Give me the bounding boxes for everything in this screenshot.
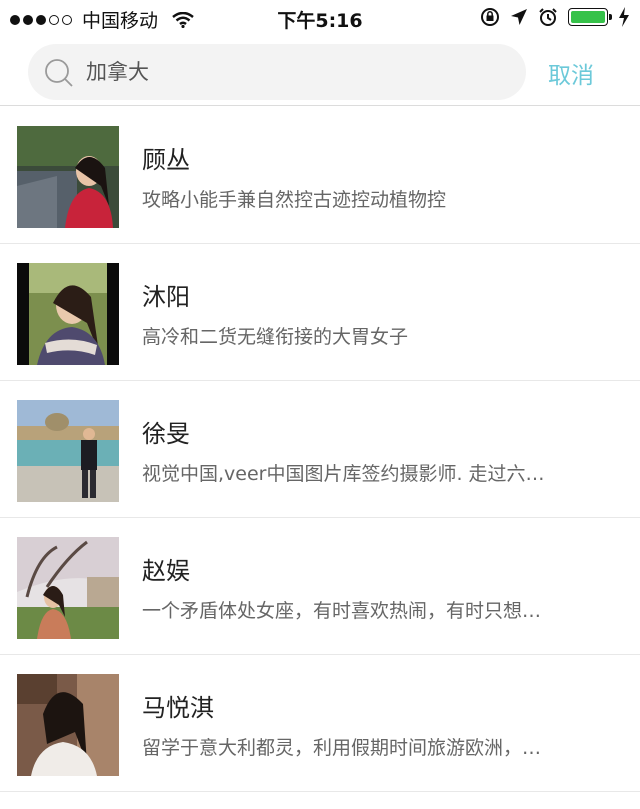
result-name: 马悦淇 bbox=[142, 694, 214, 722]
avatar bbox=[17, 537, 119, 639]
location-arrow-icon bbox=[511, 9, 527, 25]
result-desc: 高冷和二货无缝衔接的大胃女子 bbox=[142, 326, 409, 348]
search-input[interactable] bbox=[86, 44, 506, 100]
result-item[interactable]: 赵娱 一个矛盾体处女座，有时喜欢热闹，有时只想… bbox=[0, 518, 640, 655]
search-icon bbox=[45, 59, 73, 87]
rotation-lock-icon bbox=[481, 8, 499, 26]
result-name: 赵娱 bbox=[142, 557, 190, 585]
charging-bolt-icon bbox=[619, 7, 629, 27]
status-right bbox=[480, 7, 630, 27]
avatar bbox=[17, 126, 119, 228]
result-name: 顾丛 bbox=[142, 146, 190, 174]
battery-icon bbox=[568, 8, 612, 26]
avatar bbox=[17, 674, 119, 776]
result-desc: 视觉中国,veer中国图片库签约摄影师. 走过六… bbox=[142, 463, 545, 485]
result-item[interactable]: 沐阳 高冷和二货无缝衔接的大胃女子 bbox=[0, 244, 640, 381]
alarm-icon bbox=[539, 8, 557, 26]
search-box[interactable] bbox=[28, 44, 526, 100]
result-desc: 留学于意大利都灵，利用假期时间旅游欧洲，… bbox=[142, 737, 542, 759]
result-list: 顾丛 攻略小能手兼自然控古迹控动植物控 沐阳 高冷和二货无缝衔接的大胃女子 徐旻… bbox=[0, 107, 640, 792]
result-name: 沐阳 bbox=[142, 283, 190, 311]
result-desc: 攻略小能手兼自然控古迹控动植物控 bbox=[142, 189, 447, 211]
status-bar: 中国移动 下午5:16 bbox=[0, 0, 640, 36]
avatar bbox=[17, 263, 119, 365]
result-desc: 一个矛盾体处女座，有时喜欢热闹，有时只想… bbox=[142, 600, 542, 622]
search-bar: 取消 bbox=[0, 36, 640, 106]
result-name: 徐旻 bbox=[142, 420, 190, 448]
result-item[interactable]: 徐旻 视觉中国,veer中国图片库签约摄影师. 走过六… bbox=[0, 381, 640, 518]
result-item[interactable]: 顾丛 攻略小能手兼自然控古迹控动植物控 bbox=[0, 107, 640, 244]
avatar bbox=[17, 400, 119, 502]
result-item[interactable]: 马悦淇 留学于意大利都灵，利用假期时间旅游欧洲，… bbox=[0, 655, 640, 792]
cancel-button[interactable]: 取消 bbox=[548, 56, 594, 90]
